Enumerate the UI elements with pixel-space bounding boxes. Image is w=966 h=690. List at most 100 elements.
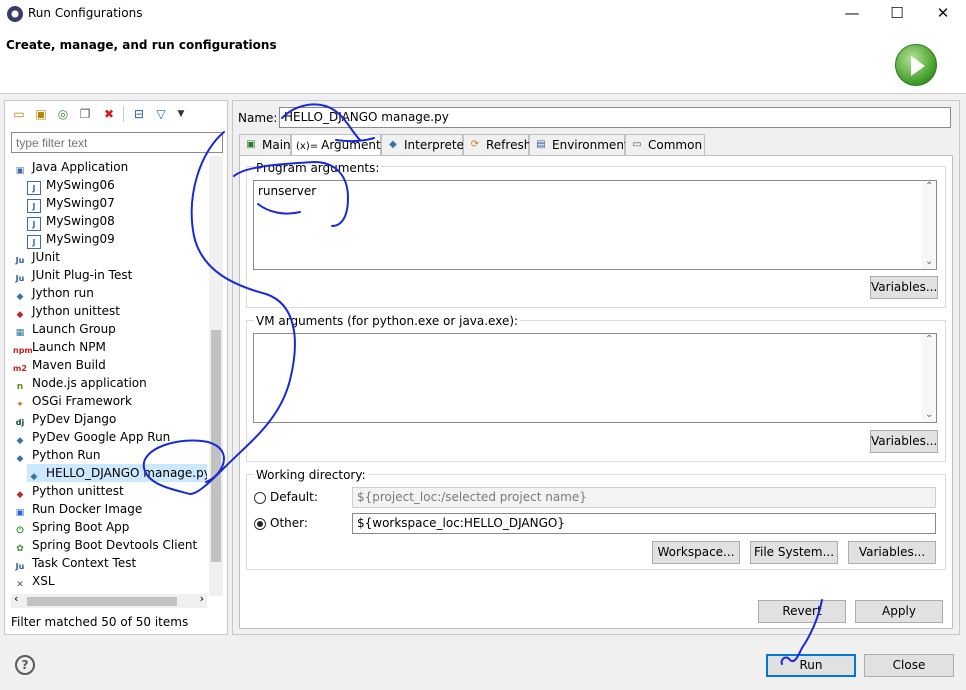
other-directory-field[interactable]: ${workspace_loc:HELLO_DJANGO} [352,513,936,534]
workspace-button[interactable]: Workspace... [652,541,740,564]
tree-item[interactable]: m2 Maven Build [13,356,106,374]
default-label: Default: [270,490,318,504]
tree-item[interactable]: ▣ Run Docker Image [13,500,143,518]
maximize-button[interactable]: ☐ [874,0,920,28]
tree-item[interactable]: ◆ Jython unittest [13,302,120,320]
tree-item-label: JUnit [32,250,60,264]
environment-icon: ▤ [536,139,546,150]
tree-item[interactable]: Ju JUnit Plug-in Test [13,266,133,284]
tree-item[interactable]: J MySwing08 [27,212,115,231]
tree-item-label: XSL [32,574,55,588]
tree-item-label: Launch Group [32,322,116,336]
tree-item-label: Spring Boot App [32,520,130,534]
toolbar-divider [123,106,124,122]
collapse-all-icon[interactable]: ⊟ [131,106,147,122]
tree-item[interactable]: ▦ Launch Group [13,320,116,338]
tree-item[interactable]: J MySwing06 [27,176,115,195]
apply-button[interactable]: Apply [855,600,943,623]
tree-item[interactable]: ✿ Spring Boot Devtools Client [13,536,197,554]
tree-item-label: MySwing07 [46,196,115,210]
tree-item-label: Run Docker Image [32,502,143,516]
program-variables-button[interactable]: Variables... [870,276,938,299]
tree-item[interactable]: ✕ XSL [13,572,55,590]
tree-item[interactable]: dj PyDev Django [13,410,117,428]
tree-item[interactable]: Ju Task Context Test [13,554,137,572]
window-title: Run Configurations [28,6,143,20]
tree-item[interactable]: ▣ Java Application [13,158,128,176]
java-file-icon: J [27,199,41,213]
tab-main[interactable]: ▣ Main [239,134,291,156]
header-banner: Create, manage, and run configurations [0,28,966,94]
program-arguments-field[interactable]: runserver [253,180,937,270]
python-icon: ◆ [16,454,24,464]
tree-item-label: Maven Build [32,358,106,372]
arguments-tab-icon: (x)= [296,141,319,152]
tree-item-label: PyDev Django [32,412,117,426]
tab-common[interactable]: ▭ Common [625,134,705,156]
tree-item[interactable]: n Node.js application [13,374,147,392]
vm-arguments-field[interactable] [253,333,937,423]
tree-item-label: PyDev Google App Run [32,430,171,444]
java-app-icon: ▣ [15,166,25,176]
new-prototype-icon[interactable]: ▣ [33,106,49,122]
other-radio[interactable] [254,518,266,530]
tree-item[interactable]: ✦ OSGi Framework [13,392,132,410]
configuration-list-panel: ▭ ▣ ◎ ❐ ✖ ⊟ ▽ ▼ ▣ Java Application J MySwin… [4,100,228,635]
tree-horizontal-scrollbar[interactable]: ‹ › [11,592,207,608]
run-button[interactable]: Run [766,654,856,677]
tree-item-label: MySwing08 [46,214,115,228]
name-field[interactable]: HELLO_DJANGO manage.py [279,107,951,128]
working-dir-variables-button[interactable]: Variables... [848,541,936,564]
revert-button[interactable]: Revert [758,600,846,623]
minimize-button[interactable]: — [829,0,875,28]
python-icon: ◆ [389,139,397,150]
tree-item-label: Jython unittest [32,304,121,318]
tree-item[interactable]: ◆ Python unittest [13,482,124,500]
tab-environment[interactable]: ▤ Environment [529,134,629,156]
tree-item[interactable]: ◆ Python Run [13,446,101,464]
tree-item[interactable]: J MySwing09 [27,230,115,249]
tab-refresh[interactable]: ⟳ Refresh [463,134,531,156]
filter-menu-chevron-down-icon[interactable]: ▼ [173,106,189,122]
configuration-editor-panel: Name: HELLO_DJANGO manage.py ▣ Main (x)= A… [232,100,960,635]
run-banner-icon [895,44,937,86]
tree-item[interactable]: J MySwing07 [27,194,115,213]
tree-item[interactable]: npmLaunch NPM [13,338,106,356]
tree-vertical-scrollbar[interactable] [209,156,223,596]
tree-item[interactable]: ◆ PyDev Google App Run [13,428,171,446]
tree-item-label: Jython run [32,286,94,300]
vm-variables-button[interactable]: Variables... [870,430,938,453]
tree-item[interactable]: ◆ HELLO_DJANGO manage.py [27,464,207,482]
tree-item[interactable]: Ju JUnit [13,248,60,266]
other-label: Other: [270,516,308,530]
program-arguments-value: runserver [258,184,317,198]
common-icon: ▭ [632,139,642,150]
working-directory-label: Working directory: [254,468,368,482]
tree-item-label: JUnit Plug-in Test [32,268,133,282]
tree-item-label: Node.js application [32,376,147,390]
xsl-icon: ✕ [16,580,24,590]
tree-item-label: MySwing09 [46,232,115,246]
new-config-icon[interactable]: ▭ [11,106,27,122]
close-button[interactable]: Close [864,654,954,677]
tree-item-label: Python unittest [32,484,124,498]
close-window-button[interactable]: ✕ [920,0,966,28]
delete-config-icon[interactable]: ✖ [101,106,117,122]
tab-arguments[interactable]: (x)= Arguments [291,134,387,156]
tab-interpreter[interactable]: ◆ Interpreter [381,134,469,156]
tree-item-label: Launch NPM [32,340,106,354]
tree-item[interactable]: ◆ Jython run [13,284,94,302]
file-system-button[interactable]: File System... [750,541,838,564]
filter-icon[interactable]: ▽ [153,106,169,122]
filter-status: Filter matched 50 of 50 items [11,615,189,629]
java-file-icon: J [27,235,41,249]
duplicate-config-icon[interactable]: ❐ [77,106,93,122]
tree-item[interactable]: ⏻ Spring Boot App [13,518,129,536]
eclipse-app-icon [7,6,23,22]
export-config-icon[interactable]: ◎ [55,106,71,122]
filter-input[interactable] [11,132,223,153]
java-file-icon: J [27,217,41,231]
help-icon[interactable]: ? [15,655,35,675]
title-bar: Run Configurations — ☐ ✕ [0,0,966,28]
default-radio[interactable] [254,492,266,504]
